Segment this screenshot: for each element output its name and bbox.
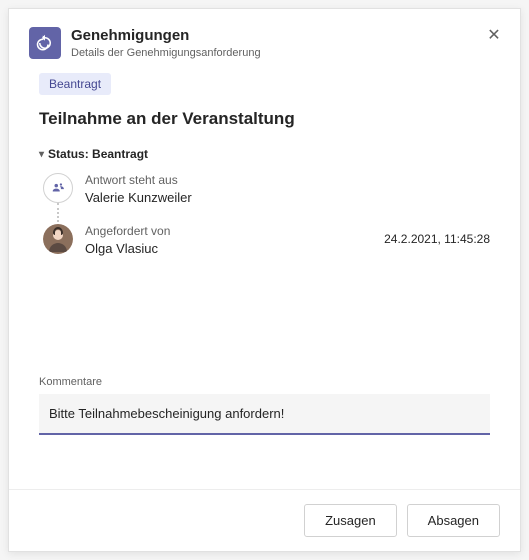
avatar	[43, 224, 73, 254]
request-title: Teilnahme an der Veranstaltung	[39, 109, 490, 129]
header-subtitle: Details der Genehmigungsanforderung	[71, 47, 500, 59]
close-icon: ✕	[487, 25, 500, 45]
pending-icon	[43, 173, 73, 203]
header-text: Genehmigungen Details der Genehmigungsan…	[71, 27, 500, 59]
dialog-header: Genehmigungen Details der Genehmigungsan…	[9, 9, 520, 69]
comments-input[interactable]	[39, 394, 490, 435]
timeline-connector	[57, 203, 59, 226]
close-button[interactable]: ✕	[482, 23, 506, 47]
timeline-person: Olga Vlasiuc	[85, 241, 170, 258]
timeline: Antwort steht aus Valerie Kunzweiler	[43, 173, 490, 266]
status-label: Status:	[48, 147, 89, 161]
timeline-person: Valerie Kunzweiler	[85, 190, 192, 207]
timeline-label: Angefordert von	[85, 224, 170, 240]
timeline-item-requested: Angefordert von Olga Vlasiuc 24.2.2021, …	[43, 224, 490, 265]
comments-section: Kommentare	[39, 376, 490, 435]
reject-button[interactable]: Absagen	[407, 504, 500, 537]
timeline-label: Antwort steht aus	[85, 173, 192, 189]
dialog-footer: Zusagen Absagen	[9, 489, 520, 551]
header-title: Genehmigungen	[71, 27, 500, 45]
chevron-down-icon: ▾	[39, 149, 44, 160]
comments-label: Kommentare	[39, 376, 490, 388]
timeline-item-pending: Antwort steht aus Valerie Kunzweiler	[43, 173, 490, 224]
status-badge: Beantragt	[39, 73, 111, 95]
approvals-app-icon	[29, 27, 61, 59]
dialog-content: Beantragt Teilnahme an der Veranstaltung…	[9, 69, 520, 489]
timeline-timestamp: 24.2.2021, 11:45:28	[384, 224, 490, 246]
status-value: Beantragt	[92, 147, 148, 161]
approve-button[interactable]: Zusagen	[304, 504, 397, 537]
approval-dialog: Genehmigungen Details der Genehmigungsan…	[8, 8, 521, 552]
status-toggle[interactable]: ▾ Status: Beantragt	[39, 147, 490, 161]
